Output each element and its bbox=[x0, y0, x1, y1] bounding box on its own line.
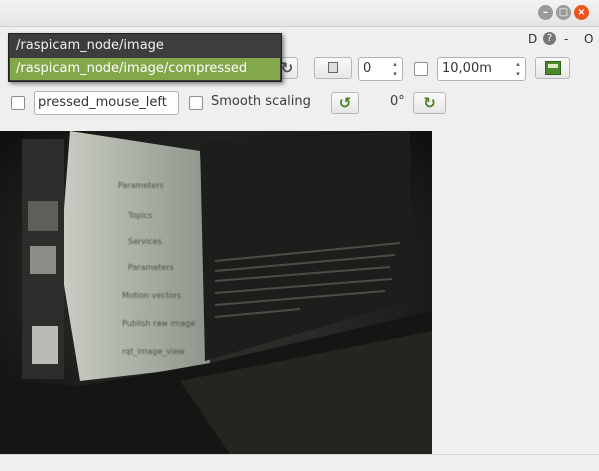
mouse-topic-input[interactable]: pressed_mouse_left bbox=[34, 91, 179, 115]
fit-window-icon bbox=[328, 62, 338, 73]
dynamic-range-checkbox[interactable] bbox=[414, 62, 428, 76]
rotate-right-icon: ↻ bbox=[423, 94, 436, 112]
minimize-button[interactable]: – bbox=[538, 5, 553, 20]
topic-option-selected[interactable]: /raspicam_node/image/compressed bbox=[10, 58, 280, 80]
spin-up-icon: ▴ bbox=[393, 60, 397, 68]
smooth-scaling-checkbox[interactable] bbox=[189, 96, 203, 110]
plugin-minimize-button[interactable]: - bbox=[564, 32, 568, 46]
smooth-scaling-label: Smooth scaling bbox=[211, 94, 311, 109]
rotate-left-button[interactable]: ↺ bbox=[331, 92, 359, 114]
plugin-help-button-d[interactable]: D bbox=[528, 32, 537, 46]
rotate-right-button[interactable]: ↻ bbox=[413, 92, 446, 114]
rotation-label: 0° bbox=[390, 94, 405, 109]
fit-window-button[interactable] bbox=[314, 57, 352, 79]
topic-dropdown-popup[interactable]: /raspicam_node/image /raspicam_node/imag… bbox=[8, 33, 282, 82]
menu-item: Motion vectors bbox=[122, 291, 182, 300]
spin-down-icon: ▾ bbox=[393, 70, 397, 78]
menu-item: Parameters bbox=[118, 181, 164, 190]
image-view[interactable]: Parameters Topics Services Parameters Mo… bbox=[0, 131, 432, 454]
maximize-button[interactable]: □ bbox=[556, 5, 571, 20]
spin-down-icon: ▾ bbox=[516, 70, 520, 78]
topic-option[interactable]: /raspicam_node/image bbox=[10, 35, 280, 57]
help-icon[interactable]: ? bbox=[543, 32, 556, 45]
zoom-value: 0 bbox=[363, 61, 372, 76]
spin-up-icon: ▴ bbox=[516, 60, 520, 68]
close-button[interactable]: × bbox=[574, 5, 589, 20]
menu-item: Services bbox=[128, 237, 162, 246]
menu-item: Publish raw image bbox=[122, 319, 196, 328]
zoom-spin-arrows[interactable]: ▴ ▾ bbox=[390, 59, 400, 79]
save-image-icon bbox=[545, 61, 561, 75]
menu-item: Topics bbox=[128, 211, 153, 220]
title-bar: – □ × bbox=[0, 0, 599, 27]
monitor-menu: Parameters Topics Services Parameters Mo… bbox=[0, 131, 432, 454]
max-range-spinbox[interactable]: 10,00m ▴ ▾ bbox=[437, 57, 526, 81]
save-image-button[interactable] bbox=[535, 57, 570, 79]
publish-mouse-checkbox[interactable] bbox=[11, 96, 25, 110]
max-range-spin-arrows[interactable]: ▴ ▾ bbox=[513, 59, 523, 79]
plugin-close-button[interactable]: O bbox=[584, 32, 593, 46]
menu-item: rqt_image_view bbox=[122, 347, 185, 356]
menu-item: Parameters bbox=[128, 263, 174, 272]
zoom-spinbox[interactable]: 0 ▴ ▾ bbox=[358, 57, 403, 81]
max-range-value: 10,00m bbox=[442, 61, 492, 76]
rotate-left-icon: ↺ bbox=[338, 94, 352, 112]
status-bar bbox=[0, 454, 599, 471]
